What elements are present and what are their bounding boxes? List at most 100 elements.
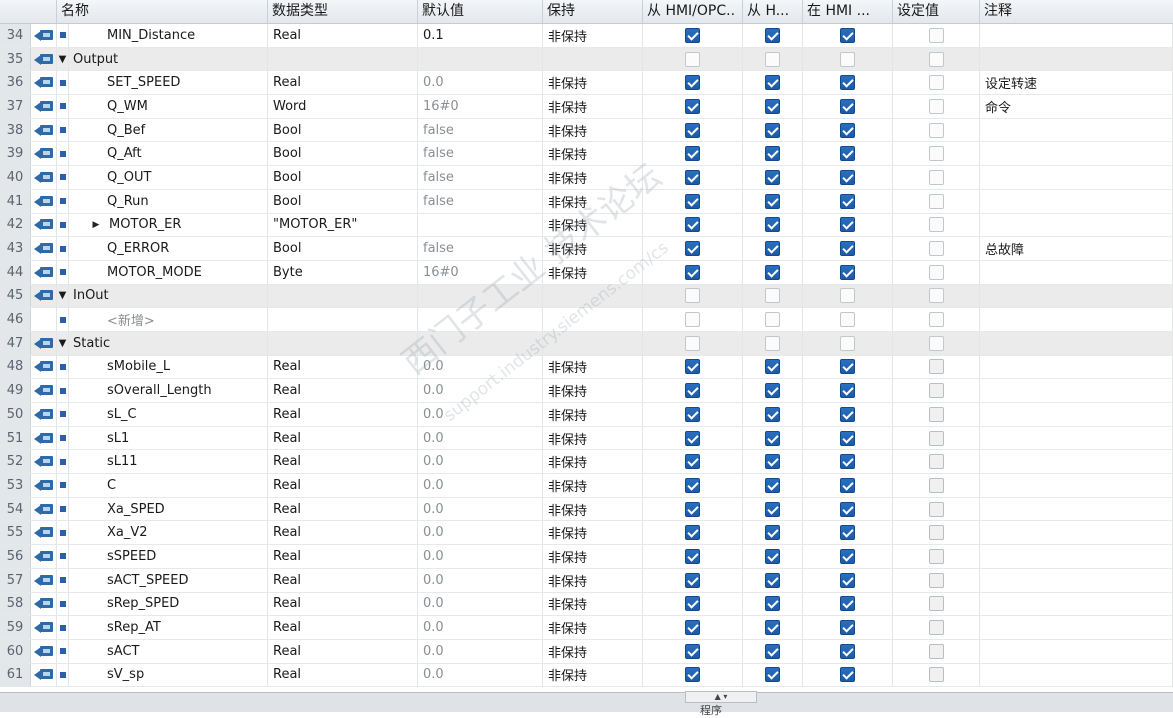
visible-in-hmi-cell[interactable] [803, 142, 893, 166]
comment-cell[interactable] [980, 308, 1173, 331]
setpoint-checkbox[interactable] [928, 312, 944, 328]
accessible-hmi-checkbox[interactable] [685, 430, 700, 446]
default-value-cell[interactable]: 0.0 [418, 379, 543, 402]
variable-name[interactable]: sRep_AT [69, 616, 268, 639]
default-value-cell[interactable]: 0.0 [418, 545, 543, 568]
writable-hmi-checkbox[interactable] [765, 548, 780, 564]
writable-hmi-checkbox[interactable] [765, 51, 780, 67]
visible-in-hmi-cell[interactable] [803, 71, 893, 95]
writable-hmi-cell[interactable] [743, 47, 803, 71]
visible-in-hmi-cell[interactable] [803, 379, 893, 402]
accessible-hmi-opc-cell[interactable] [643, 450, 743, 474]
setpoint-checkbox[interactable] [928, 51, 944, 67]
setpoint-checkbox[interactable] [928, 525, 944, 541]
data-type-cell[interactable]: Real [268, 497, 418, 521]
setpoint-cell[interactable] [893, 237, 980, 260]
visible-hmi-checkbox[interactable] [840, 193, 855, 209]
visible-hmi-checkbox[interactable] [840, 430, 855, 446]
visible-hmi-checkbox[interactable] [840, 27, 855, 43]
accessible-hmi-opc-cell[interactable] [643, 474, 743, 497]
data-type-cell[interactable]: Real [268, 426, 418, 450]
visible-in-hmi-cell[interactable] [803, 213, 893, 237]
table-row[interactable]: 51 sL1 Real 0.0 非保持 [0, 426, 1173, 451]
default-value-cell[interactable]: 0.0 [418, 639, 543, 663]
writable-hmi-cell[interactable] [743, 331, 803, 355]
data-type-cell[interactable]: Bool [268, 189, 418, 213]
setpoint-cell[interactable] [893, 403, 980, 426]
data-type-cell[interactable]: Real [268, 545, 418, 568]
default-value-cell[interactable]: false [418, 142, 543, 166]
table-row[interactable]: 49 sOverall_Length Real 0.0 非保持 [0, 379, 1173, 403]
comment-cell[interactable] [980, 545, 1173, 568]
writable-hmi-cell[interactable] [743, 24, 803, 47]
data-type-cell[interactable]: Bool [268, 142, 418, 166]
visible-hmi-checkbox[interactable] [840, 241, 855, 257]
accessible-hmi-checkbox[interactable] [685, 548, 700, 564]
table-row[interactable]: 50 sL_C Real 0.0 非保持 [0, 403, 1173, 427]
visible-hmi-checkbox[interactable] [840, 501, 855, 517]
visible-hmi-checkbox[interactable] [840, 312, 855, 328]
table-row[interactable]: 61 sV_sp Real 0.0 非保持 [0, 663, 1173, 688]
writable-hmi-cell[interactable] [743, 260, 803, 284]
retain-cell[interactable]: 非保持 [543, 497, 643, 521]
comment-cell[interactable] [980, 639, 1173, 663]
variable-name[interactable]: Q_OUT [69, 166, 268, 189]
variable-name[interactable]: Xa_SPED [69, 497, 268, 521]
writable-hmi-cell[interactable] [743, 237, 803, 260]
table-row[interactable]: 57 sACT_SPEED Real 0.0 非保持 [0, 568, 1173, 593]
add-new-placeholder[interactable]: <新增> [69, 308, 268, 331]
retain-cell[interactable]: 非保持 [543, 403, 643, 426]
comment-cell[interactable] [980, 331, 1173, 355]
data-type-cell[interactable]: Real [268, 355, 418, 379]
setpoint-cell[interactable] [893, 521, 980, 545]
header-name[interactable]: 名称 [57, 0, 268, 23]
expand-triangle-icon[interactable]: ▼ [57, 331, 69, 355]
accessible-hmi-checkbox[interactable] [685, 146, 700, 162]
setpoint-checkbox[interactable] [928, 359, 944, 375]
variable-name[interactable]: sV_sp [69, 663, 268, 687]
retain-cell[interactable]: 非保持 [543, 521, 643, 545]
variable-name[interactable]: sACT [69, 639, 268, 663]
visible-hmi-checkbox[interactable] [840, 454, 855, 470]
accessible-hmi-checkbox[interactable] [685, 75, 700, 91]
header-hmi-opc[interactable]: 从 HMI/OPC.. [643, 0, 743, 23]
setpoint-checkbox[interactable] [928, 477, 944, 493]
accessible-hmi-opc-cell[interactable] [643, 616, 743, 639]
collapse-arrow-icon[interactable]: ▶ [89, 220, 103, 230]
default-value-cell[interactable]: 16#0 [418, 95, 543, 118]
variable-name[interactable]: sL1 [69, 426, 268, 450]
visible-in-hmi-cell[interactable] [803, 497, 893, 521]
setpoint-cell[interactable] [893, 47, 980, 71]
accessible-hmi-opc-cell[interactable] [643, 639, 743, 663]
comment-cell[interactable]: 命令 [980, 95, 1173, 118]
variable-name[interactable]: sSPEED [69, 545, 268, 568]
accessible-hmi-opc-cell[interactable] [643, 568, 743, 592]
writable-hmi-cell[interactable] [743, 663, 803, 687]
accessible-hmi-opc-cell[interactable] [643, 95, 743, 118]
comment-cell[interactable]: 总故障 [980, 237, 1173, 260]
setpoint-checkbox[interactable] [928, 406, 944, 422]
writable-hmi-cell[interactable] [743, 379, 803, 402]
visible-hmi-checkbox[interactable] [840, 667, 855, 683]
data-type-cell[interactable]: "MOTOR_ER" [268, 213, 418, 237]
visible-hmi-checkbox[interactable] [840, 383, 855, 399]
writable-hmi-checkbox[interactable] [765, 477, 780, 493]
writable-hmi-checkbox[interactable] [765, 383, 780, 399]
default-value-cell[interactable]: 0.0 [418, 355, 543, 379]
data-type-cell[interactable] [268, 284, 418, 308]
writable-hmi-checkbox[interactable] [765, 169, 780, 185]
accessible-hmi-opc-cell[interactable] [643, 592, 743, 616]
accessible-hmi-opc-cell[interactable] [643, 142, 743, 166]
setpoint-cell[interactable] [893, 24, 980, 47]
accessible-hmi-checkbox[interactable] [685, 572, 700, 588]
writable-hmi-checkbox[interactable] [765, 75, 780, 91]
writable-hmi-cell[interactable] [743, 474, 803, 497]
retain-cell[interactable]: 非保持 [543, 355, 643, 379]
visible-hmi-checkbox[interactable] [840, 525, 855, 541]
writable-hmi-checkbox[interactable] [765, 643, 780, 659]
writable-hmi-checkbox[interactable] [765, 667, 780, 683]
data-type-cell[interactable]: Bool [268, 118, 418, 142]
retain-cell[interactable]: 非保持 [543, 379, 643, 402]
data-type-cell[interactable]: Bool [268, 237, 418, 260]
table-row[interactable]: 36 SET_SPEED Real 0.0 非保持 设定转速 [0, 71, 1173, 96]
